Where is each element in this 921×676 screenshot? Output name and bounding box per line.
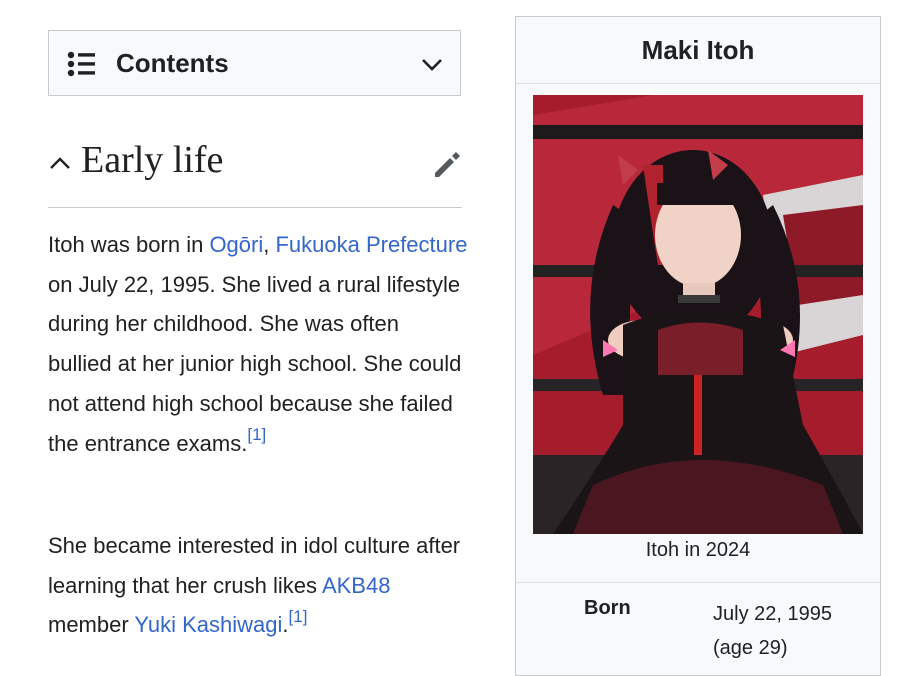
infobox-label-born: Born — [584, 597, 631, 619]
paragraph-text: , — [263, 232, 276, 257]
paragraph-text: member — [48, 612, 135, 638]
paragraph-early-life: Itoh was born in Ogōri, Fukuoka Prefectu… — [48, 225, 468, 463]
section-divider — [48, 207, 462, 208]
born-age: (age 29) — [713, 637, 788, 659]
reference-link[interactable]: [1] — [247, 425, 266, 444]
infobox-value-born: July 22, 1995 (age 29) — [713, 597, 832, 665]
pencil-icon[interactable] — [432, 150, 462, 180]
reference-link[interactable]: [1] — [289, 607, 308, 626]
contents-title: Contents — [116, 48, 229, 78]
link-ogori[interactable]: Ogōri — [209, 232, 263, 257]
infobox-photo[interactable] — [533, 95, 863, 534]
link-fukuoka-prefecture[interactable]: Fukuoka Prefecture — [275, 232, 467, 257]
link-yuki-kashiwagi[interactable]: Yuki Kashiwagi — [134, 612, 282, 637]
contents-toggle[interactable]: Contents — [48, 30, 461, 96]
infobox-divider — [516, 83, 880, 84]
link-akb48[interactable]: AKB48 — [322, 573, 391, 598]
chevron-up-icon[interactable] — [48, 152, 72, 174]
infobox-divider — [516, 582, 880, 583]
chevron-down-icon — [422, 59, 442, 71]
infobox-caption: Itoh in 2024 — [645, 539, 751, 561]
paragraph-text: Itoh was born in — [48, 232, 210, 257]
list-bullet-icon — [67, 51, 95, 77]
infobox: Maki Itoh Itoh in 2024 Born July 22, 199… — [515, 16, 881, 676]
paragraph-text: She became interested in idol culture af… — [48, 533, 461, 598]
paragraph-idol-interest: She became interested in idol culture af… — [48, 526, 468, 645]
photo-illustration — [533, 95, 863, 534]
born-date: July 22, 1995 — [713, 603, 832, 625]
infobox-title: Maki Itoh — [641, 35, 755, 65]
section-heading: Early life — [81, 139, 224, 181]
